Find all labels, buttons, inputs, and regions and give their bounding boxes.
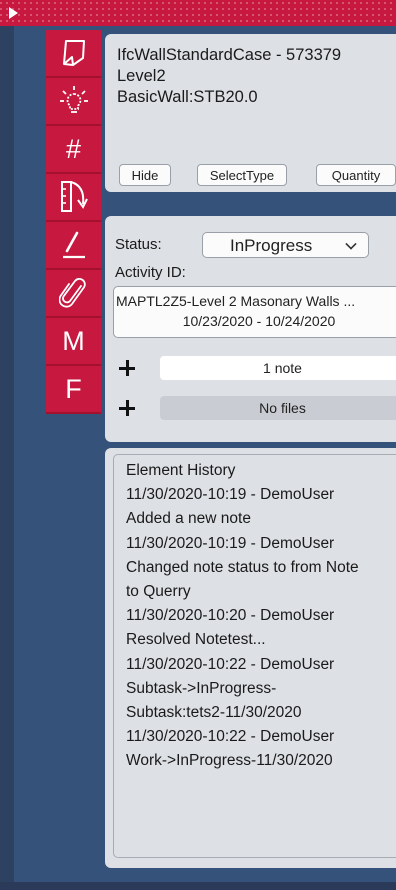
bottom-edge: [0, 882, 396, 890]
play-icon[interactable]: [9, 7, 18, 19]
pen-tool-button[interactable]: [46, 222, 101, 270]
f-tool-button[interactable]: F: [46, 366, 101, 414]
history-line: 11/30/2020-10:20 - DemoUser: [126, 607, 335, 625]
history-line: 11/30/2020-10:19 - DemoUser: [126, 486, 335, 504]
history-line: Resolved Notetest...: [126, 631, 266, 649]
status-dropdown[interactable]: InProgress: [202, 232, 369, 258]
add-file-icon[interactable]: [117, 398, 137, 418]
f-icon: F: [65, 373, 82, 404]
hash-icon: #: [65, 133, 82, 164]
paperclip-icon: [58, 278, 86, 308]
hash-tool-button[interactable]: #: [46, 126, 101, 174]
quantity-button[interactable]: Quantity: [316, 164, 396, 186]
status-panel: Status: InProgress Activity ID: MAPTL2Z5…: [105, 216, 396, 442]
activity-id-label: Activity ID:: [115, 264, 186, 281]
hide-button[interactable]: Hide: [119, 164, 171, 186]
files-button[interactable]: No files: [160, 396, 396, 420]
element-level: Level2: [117, 67, 166, 85]
history-line: Element History: [126, 462, 236, 479]
chevron-down-icon: [345, 238, 357, 250]
measure-tool-button[interactable]: [46, 174, 101, 222]
status-value: InProgress: [230, 236, 313, 255]
history-panel: Element History 11/30/2020-10:19 - DemoU…: [105, 448, 396, 868]
history-line: 11/30/2020-10:22 - DemoUser: [126, 728, 335, 746]
element-title: IfcWallStandardCase - 573379: [117, 46, 342, 64]
history-line: Subtask->InProgress-: [126, 679, 277, 697]
lightbulb-tool-button[interactable]: [46, 78, 101, 126]
paperclip-tool-button[interactable]: [46, 270, 101, 318]
top-bar: [0, 0, 396, 26]
activity-id-field[interactable]: MAPTL2Z5-Level 2 Masonary Walls ... 10/2…: [113, 286, 396, 338]
pen-icon: [62, 231, 85, 259]
history-line: 11/30/2020-10:22 - DemoUser: [126, 655, 335, 673]
m-tool-button[interactable]: M: [46, 318, 101, 366]
activity-dates: 10/23/2020 - 10/24/2020: [182, 313, 336, 329]
element-info-panel: IfcWallStandardCase - 573379 Level2 Basi…: [105, 34, 396, 192]
activity-name: MAPTL2Z5-Level 2 Masonary Walls ...: [116, 293, 356, 309]
vertical-toolbar: # M F: [46, 30, 101, 414]
measure-icon: [60, 181, 88, 212]
element-history-box[interactable]: Element History 11/30/2020-10:19 - DemoU…: [113, 454, 396, 858]
history-line: Work->InProgress-11/30/2020: [126, 752, 333, 770]
add-note-icon[interactable]: [117, 358, 137, 378]
select-type-button[interactable]: SelectType: [197, 164, 287, 186]
lightbulb-icon: [59, 86, 88, 113]
status-label: Status:: [115, 236, 162, 253]
m-icon: M: [62, 325, 85, 356]
history-line: Changed note status to from Note: [126, 558, 359, 576]
sticky-note-tool-button[interactable]: [46, 30, 101, 78]
history-line: to Querry: [126, 583, 191, 601]
history-line: 11/30/2020-10:19 - DemoUser: [126, 534, 335, 552]
sticky-note-icon: [62, 40, 85, 66]
history-line: Subtask:tets2-11/30/2020: [126, 704, 302, 722]
history-line: Added a new note: [126, 510, 251, 528]
notes-button[interactable]: 1 note: [160, 356, 396, 380]
element-type: BasicWall:STB20.0: [117, 88, 258, 106]
